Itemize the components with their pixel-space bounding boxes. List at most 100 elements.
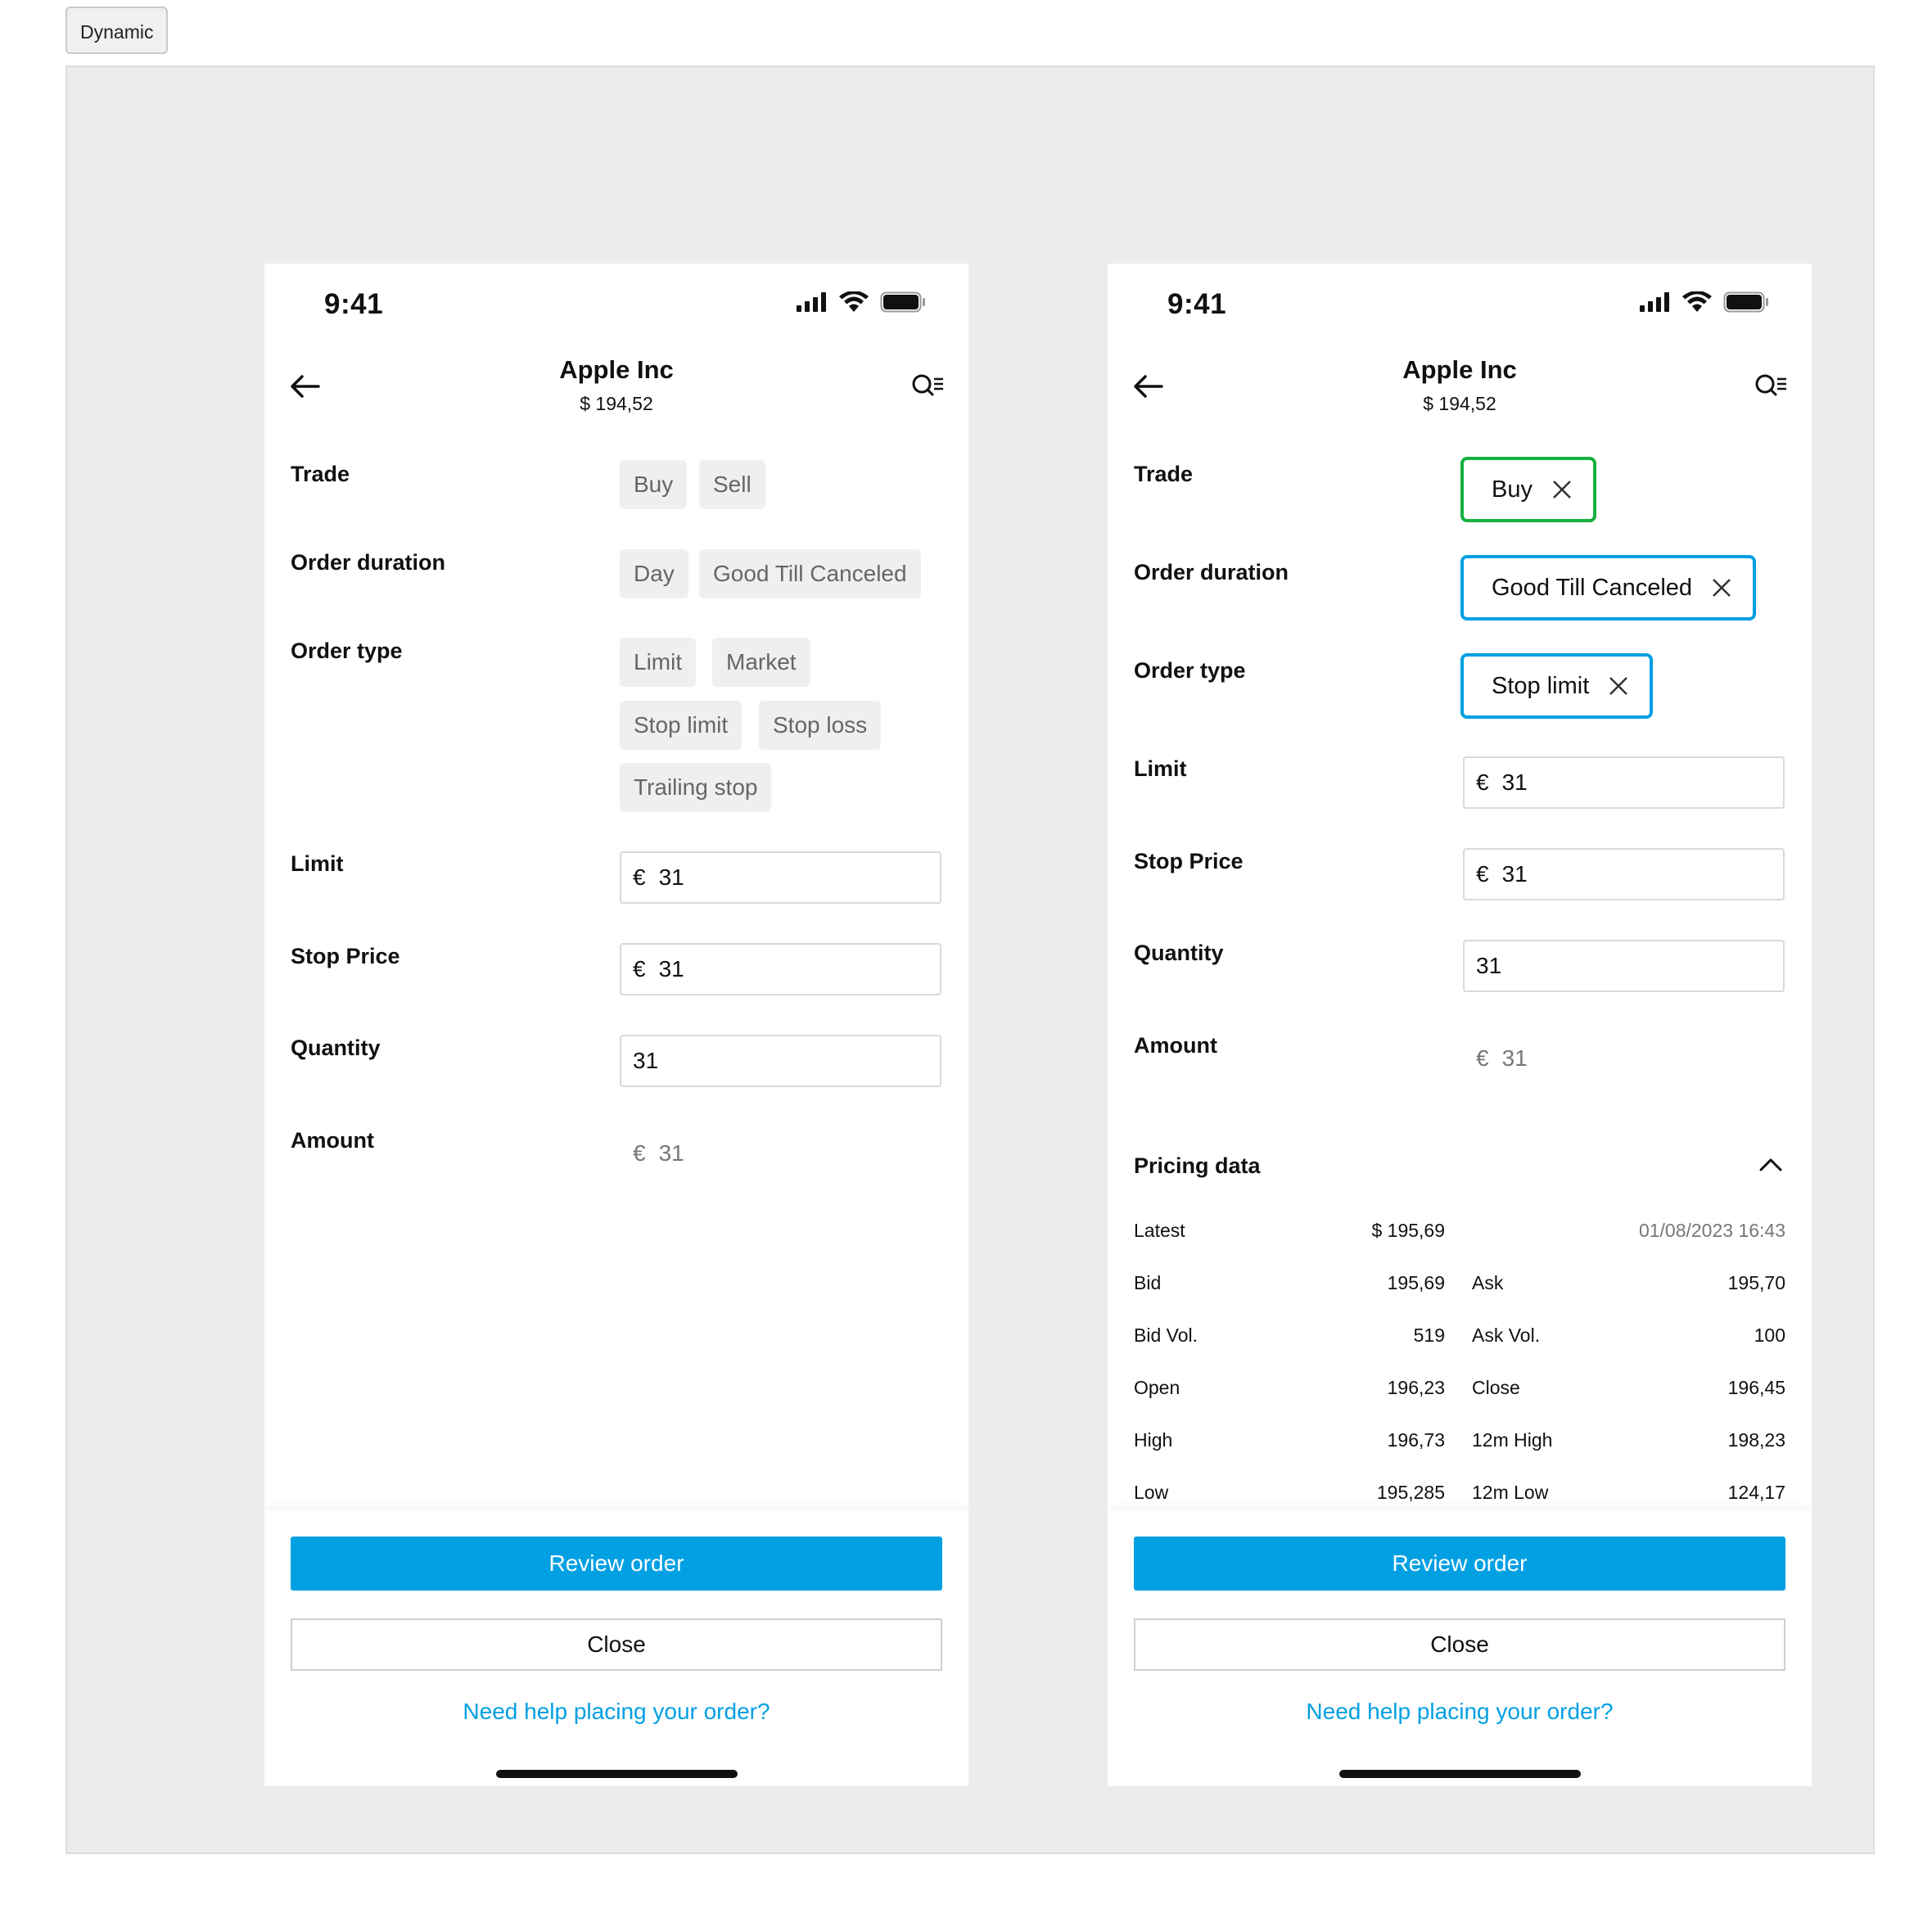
latest-label: Latest <box>1134 1220 1185 1241</box>
currency-symbol: € <box>633 956 646 982</box>
amount-value-display: €31 <box>1463 1045 1528 1072</box>
limit-input[interactable]: €31 <box>620 851 941 904</box>
order-type-option-stop-limit[interactable]: Stop limit <box>620 701 743 750</box>
pricing-value: 195,285 <box>1376 1482 1445 1503</box>
duration-option-gtc[interactable]: Good Till Canceled <box>699 549 921 598</box>
page-title: Apple Inc <box>559 355 674 384</box>
pricing-value: 195,69 <box>1387 1272 1445 1293</box>
order-type-option-trailing-stop[interactable]: Trailing stop <box>620 763 772 812</box>
home-indicator <box>1339 1770 1581 1778</box>
order-type-label: Order type <box>1134 658 1246 683</box>
canvas-frame: 9:41 Apple Inc $ 194,52 Trade Buy Sell O… <box>65 65 1875 1854</box>
latest-timestamp: 01/08/2023 16:43 <box>1638 1220 1785 1241</box>
order-type-option-limit[interactable]: Limit <box>620 638 697 687</box>
limit-input[interactable]: €31 <box>1463 756 1785 809</box>
duration-option-day[interactable]: Day <box>620 549 688 598</box>
limit-label: Limit <box>1134 756 1187 781</box>
pricing-label: High <box>1134 1429 1173 1451</box>
order-type-option-stop-loss[interactable]: Stop loss <box>759 701 882 750</box>
close-button[interactable]: Close <box>1134 1618 1785 1671</box>
pricing-label: 12m Low <box>1472 1482 1549 1503</box>
selected-trade-label: Buy <box>1492 476 1533 503</box>
limit-label: Limit <box>291 851 344 876</box>
currency-symbol: € <box>633 1140 646 1166</box>
selected-trade-chip[interactable]: Buy <box>1460 457 1596 522</box>
pricing-data-title: Pricing data <box>1134 1153 1261 1178</box>
currency-symbol: € <box>1476 769 1489 795</box>
selected-duration-chip[interactable]: Good Till Canceled <box>1460 555 1757 621</box>
trade-label: Trade <box>1134 462 1194 486</box>
close-button[interactable]: Close <box>291 1618 942 1671</box>
pricing-value: 519 <box>1413 1325 1445 1346</box>
order-duration-label: Order duration <box>291 550 446 575</box>
stock-price: $ 194,52 <box>1423 393 1496 414</box>
wifi-icon <box>839 291 869 312</box>
status-time: 9:41 <box>1167 288 1227 320</box>
stop-price-label: Stop Price <box>1134 849 1244 873</box>
selected-duration-label: Good Till Canceled <box>1492 574 1693 601</box>
pricing-value: 196,23 <box>1387 1377 1445 1398</box>
pricing-value: 196,73 <box>1387 1429 1445 1451</box>
close-icon[interactable] <box>1712 578 1731 598</box>
limit-value: 31 <box>1501 769 1528 795</box>
amount-label: Amount <box>1134 1033 1217 1058</box>
close-icon[interactable] <box>1552 480 1572 499</box>
chevron-up-icon[interactable] <box>1758 1152 1784 1178</box>
pricing-value: 198,23 <box>1727 1429 1785 1451</box>
close-icon[interactable] <box>1609 676 1628 696</box>
quantity-input[interactable]: 31 <box>620 1035 941 1087</box>
status-icons <box>797 291 926 313</box>
limit-value: 31 <box>658 864 684 890</box>
pricing-label: 12m High <box>1472 1429 1553 1451</box>
selected-order-type-chip[interactable]: Stop limit <box>1460 653 1654 719</box>
phone-screen-left: 9:41 Apple Inc $ 194,52 Trade Buy Sell O… <box>264 264 968 1786</box>
action-footer: Review order Close Need help placing you… <box>1108 1510 1812 1786</box>
quantity-input[interactable]: 31 <box>1463 940 1785 992</box>
search-list-icon[interactable] <box>1754 372 1787 401</box>
trade-option-buy[interactable]: Buy <box>620 460 688 509</box>
pricing-value: 196,45 <box>1727 1377 1785 1398</box>
review-order-button[interactable]: Review order <box>291 1537 942 1591</box>
selected-order-type-label: Stop limit <box>1492 672 1590 699</box>
stop-price-value: 31 <box>1501 861 1528 887</box>
pricing-label: Close <box>1472 1377 1520 1398</box>
home-indicator <box>496 1770 738 1778</box>
search-list-icon[interactable] <box>911 372 944 401</box>
order-duration-label: Order duration <box>1134 560 1289 584</box>
amount-value: 31 <box>1501 1045 1528 1071</box>
stock-price: $ 194,52 <box>580 393 653 414</box>
trade-option-sell[interactable]: Sell <box>699 460 765 509</box>
pricing-label: Bid <box>1134 1272 1162 1293</box>
review-order-button[interactable]: Review order <box>1134 1537 1785 1591</box>
currency-symbol: € <box>1476 1045 1489 1071</box>
pricing-value: 195,70 <box>1727 1272 1785 1293</box>
quantity-value: 31 <box>1476 953 1502 978</box>
stop-price-input[interactable]: €31 <box>1463 848 1785 900</box>
pricing-value: 124,17 <box>1727 1482 1785 1503</box>
help-link[interactable]: Need help placing your order? <box>1108 1699 1812 1725</box>
pricing-label: Open <box>1134 1377 1180 1398</box>
amount-value: 31 <box>658 1140 684 1166</box>
cellular-signal-icon <box>797 292 826 312</box>
status-icons <box>1640 291 1769 313</box>
trade-label: Trade <box>291 462 350 486</box>
wifi-icon <box>1682 291 1712 312</box>
stop-price-value: 31 <box>658 956 684 982</box>
currency-symbol: € <box>1476 861 1489 887</box>
latest-value: $ 195,69 <box>1371 1220 1445 1241</box>
page-title: Apple Inc <box>1402 355 1517 384</box>
pricing-label: Ask <box>1472 1272 1504 1293</box>
amount-value-display: €31 <box>620 1140 684 1167</box>
dynamic-tag[interactable]: Dynamic <box>65 7 169 54</box>
stop-price-input[interactable]: €31 <box>620 943 941 995</box>
quantity-label: Quantity <box>291 1036 381 1060</box>
help-link[interactable]: Need help placing your order? <box>264 1699 968 1725</box>
quantity-value: 31 <box>633 1048 659 1073</box>
order-type-option-market[interactable]: Market <box>712 638 810 687</box>
pricing-label: Ask Vol. <box>1472 1325 1541 1346</box>
phone-screen-right: 9:41 Apple Inc $ 194,52 Trade Buy Order … <box>1108 264 1812 1786</box>
order-type-label: Order type <box>291 639 403 663</box>
status-time: 9:41 <box>324 288 384 320</box>
action-footer: Review order Close Need help placing you… <box>264 1510 968 1786</box>
battery-icon <box>880 291 925 313</box>
